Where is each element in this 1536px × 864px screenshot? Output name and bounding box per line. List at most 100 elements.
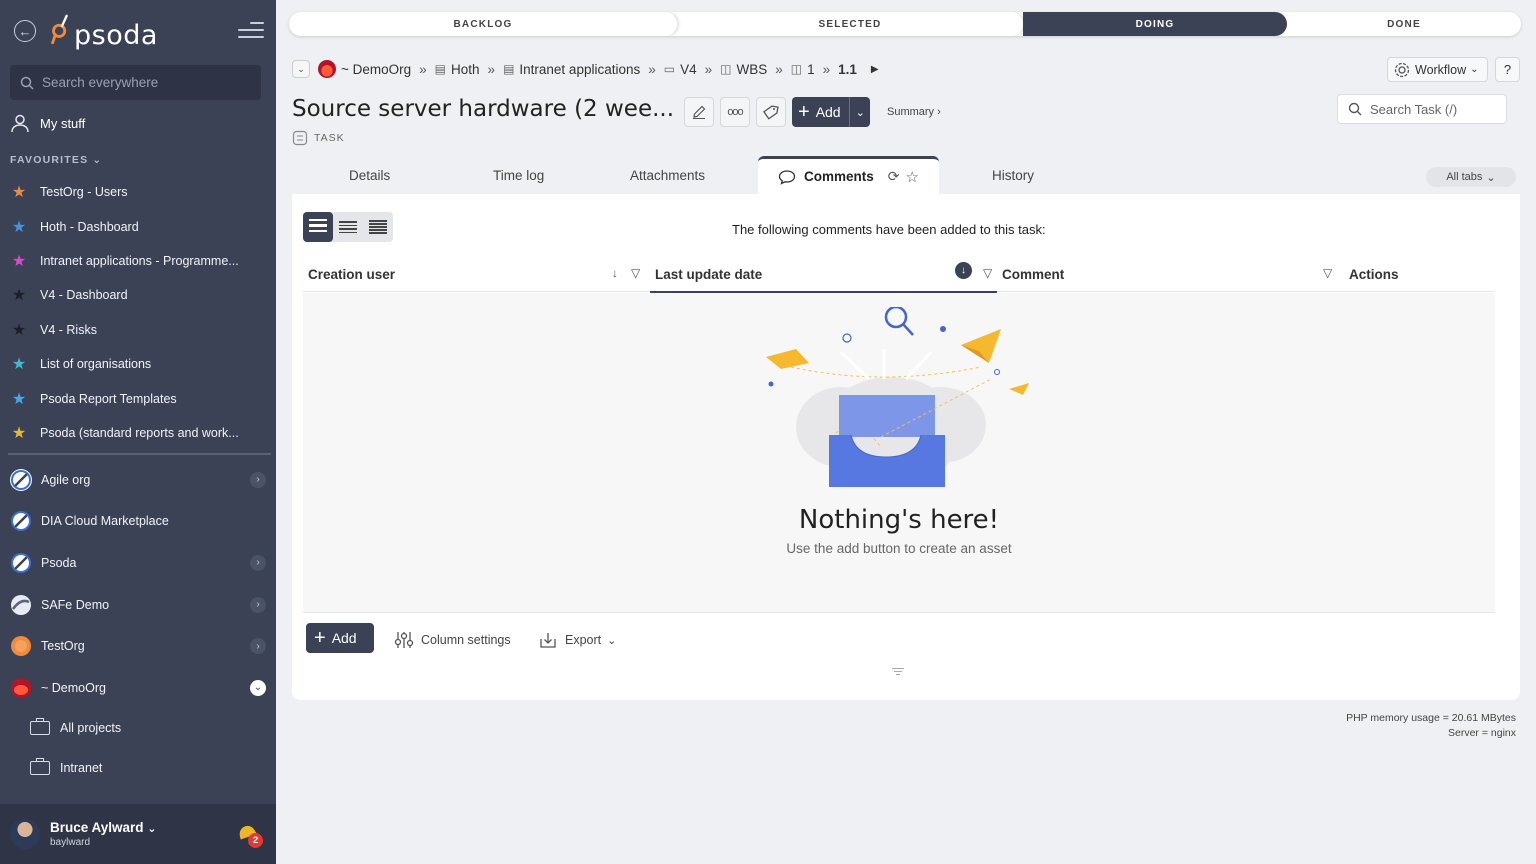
- favourite-item[interactable]: ★ Hoth - Dashboard: [10, 209, 266, 243]
- favourite-item[interactable]: ★ Intranet applications - Programme...: [10, 244, 266, 278]
- comment-icon: [778, 169, 796, 185]
- chevron-down-icon[interactable]: ⌄: [250, 679, 266, 696]
- export-button[interactable]: Export ⌄: [538, 630, 616, 650]
- breadcrumb-item[interactable]: V4: [680, 62, 697, 77]
- favourite-item[interactable]: ★ V4 - Dashboard: [10, 278, 266, 312]
- add-button[interactable]: + Add ⌄: [792, 97, 870, 127]
- task-search-input[interactable]: [1370, 101, 1500, 117]
- view-dense-icon[interactable]: [363, 212, 393, 242]
- workflow-button[interactable]: Workflow ⌄: [1387, 57, 1488, 82]
- sort-down-icon[interactable]: ↓: [612, 266, 618, 280]
- breadcrumb-item[interactable]: WBS: [736, 62, 767, 77]
- org-logo-icon: [10, 468, 32, 491]
- tag-icon: [763, 105, 779, 120]
- sliders-icon: [394, 632, 414, 648]
- briefcase-icon: [30, 718, 50, 735]
- empty-state: Nothing's here! Use the add button to cr…: [303, 293, 1495, 613]
- menu-collapse-icon[interactable]: [238, 22, 264, 40]
- logo[interactable]: psoda: [50, 14, 158, 51]
- favourite-item[interactable]: ★ Psoda (standard reports and work...: [10, 416, 266, 450]
- search-icon: [20, 76, 34, 90]
- view-compact-icon[interactable]: [333, 212, 363, 242]
- caret-right-icon[interactable]: ▶: [871, 64, 879, 75]
- favourites-heading[interactable]: FAVOURITES ⌄: [10, 154, 102, 166]
- sub-item-intranet[interactable]: Intranet: [30, 748, 260, 788]
- column-last-update-date[interactable]: Last update date: [655, 256, 762, 292]
- edit-button[interactable]: [684, 97, 714, 127]
- org-item-agile-org[interactable]: Agile org ›: [10, 459, 270, 501]
- star-icon: ★: [11, 252, 27, 270]
- workflow-step-backlog[interactable]: BACKLOG: [289, 12, 677, 36]
- org-logo-icon: [10, 635, 32, 657]
- favourite-item[interactable]: ★ TestOrg - Users: [10, 175, 266, 209]
- column-creation-user[interactable]: Creation user: [308, 256, 395, 292]
- task-icon: [292, 130, 308, 146]
- column-comment[interactable]: Comment: [1002, 256, 1064, 292]
- chevron-right-icon[interactable]: ›: [250, 638, 266, 655]
- filter-icon[interactable]: ▽: [1323, 266, 1332, 280]
- global-search-input[interactable]: [42, 75, 242, 90]
- org-logo-icon: [10, 510, 32, 532]
- programme-icon: ▤: [503, 62, 515, 76]
- org-item-testorg[interactable]: TestOrg ›: [10, 625, 270, 667]
- back-icon[interactable]: ←: [14, 20, 36, 42]
- favourite-item[interactable]: ★ List of organisations: [10, 347, 266, 381]
- org-logo-icon: [318, 60, 336, 78]
- search-icon: [1348, 102, 1362, 116]
- task-search[interactable]: [1337, 94, 1507, 124]
- star-icon: ★: [11, 356, 27, 374]
- page-title: Source server hardware (2 wee...: [292, 96, 675, 122]
- summary-link[interactable]: Summary ›: [887, 106, 941, 118]
- star-icon: ★: [11, 321, 27, 339]
- refresh-icon[interactable]: ⟳: [888, 168, 900, 185]
- filter-icon[interactable]: ▽: [631, 266, 640, 280]
- asset-type: TASK: [292, 130, 345, 146]
- org-item-dia-cloud[interactable]: DIA Cloud Marketplace: [10, 501, 270, 543]
- favourite-item[interactable]: ★ V4 - Risks: [10, 313, 266, 347]
- user-panel[interactable]: Bruce Aylward ⌄ baylward: [0, 804, 276, 864]
- add-comment-button[interactable]: + Add: [306, 623, 374, 653]
- tab-comments[interactable]: Comments ⟳ ☆: [758, 156, 939, 194]
- chevron-right-icon[interactable]: ›: [250, 596, 266, 613]
- favourite-item[interactable]: ★ Psoda Report Templates: [10, 381, 266, 415]
- sidebar-header: ← psoda: [0, 0, 276, 62]
- sub-item-all-projects[interactable]: All projects: [30, 708, 260, 748]
- workflow-step-selected[interactable]: SELECTED: [677, 12, 1023, 36]
- star-outline-icon[interactable]: ☆: [906, 168, 919, 186]
- column-settings-button[interactable]: Column settings: [394, 630, 511, 650]
- all-tabs-dropdown[interactable]: All tabs ⌄: [1426, 167, 1516, 187]
- plus-icon: +: [798, 101, 810, 123]
- avatar[interactable]: [10, 819, 40, 849]
- org-item-psoda[interactable]: Psoda ›: [10, 542, 270, 584]
- chevron-right-icon[interactable]: ›: [250, 554, 266, 571]
- breadcrumb-item[interactable]: Intranet applications: [519, 62, 640, 77]
- tab-details[interactable]: Details: [349, 156, 390, 194]
- notification-count-badge: 2: [248, 833, 263, 848]
- filter-icon[interactable]: ▽: [983, 266, 992, 280]
- workflow-step-doing[interactable]: DOING: [1023, 12, 1287, 36]
- logo-text: psoda: [74, 20, 158, 51]
- chevron-down-icon[interactable]: ⌄: [147, 823, 156, 835]
- tab-history[interactable]: History: [992, 156, 1034, 194]
- tag-button[interactable]: [756, 97, 786, 127]
- view-comfortable-icon[interactable]: [303, 212, 333, 242]
- sort-active-icon[interactable]: ↓: [955, 262, 972, 279]
- org-item-demoorg[interactable]: ~ DemoOrg ⌄: [10, 667, 270, 709]
- star-icon: ★: [11, 184, 27, 202]
- org-item-safe-demo[interactable]: SAFe Demo ›: [10, 584, 270, 626]
- resize-handle-icon[interactable]: [892, 668, 904, 677]
- help-button[interactable]: ?: [1495, 57, 1520, 82]
- more-options-button[interactable]: ooo: [720, 97, 750, 127]
- chevron-right-icon[interactable]: ›: [250, 471, 266, 488]
- breadcrumb-item[interactable]: 1: [807, 62, 815, 77]
- table-footer-divider: [303, 612, 1495, 613]
- breadcrumb-dropdown-icon[interactable]: ⌄: [292, 60, 310, 78]
- global-search[interactable]: [10, 65, 261, 100]
- my-stuff-link[interactable]: My stuff: [10, 113, 85, 133]
- breadcrumb-item[interactable]: Hoth: [451, 62, 480, 77]
- breadcrumb-org[interactable]: ~ DemoOrg: [341, 62, 411, 77]
- workflow-step-done[interactable]: DONE: [1287, 12, 1521, 36]
- chevron-down-icon[interactable]: ⌄: [856, 106, 865, 119]
- tab-attachments[interactable]: Attachments: [630, 156, 705, 194]
- tab-time-log[interactable]: Time log: [493, 156, 544, 194]
